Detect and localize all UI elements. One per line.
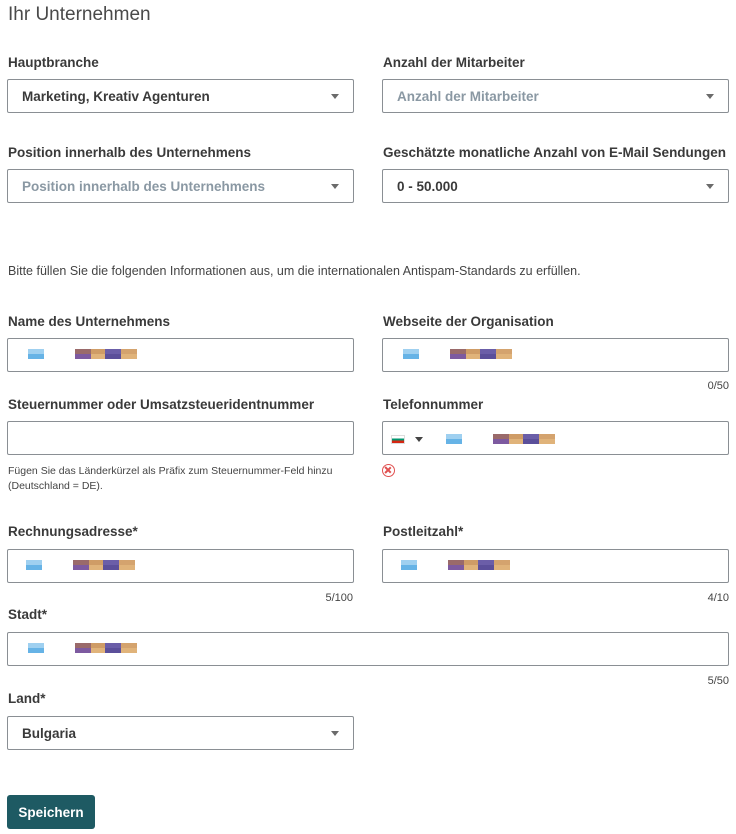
redacted-text [446,434,462,444]
website-input[interactable] [382,338,729,372]
antispam-info-text: Bitte füllen Sie die folgenden Informati… [8,264,581,278]
billing-address-label: Rechnungsadresse* [8,524,138,539]
country-label: Land* [8,691,46,706]
city-input[interactable] [7,632,729,666]
mitarbeiter-label: Anzahl der Mitarbeiter [383,55,525,70]
mitarbeiter-placeholder: Anzahl der Mitarbeiter [397,89,539,104]
city-label: Stadt* [8,607,48,622]
company-name-label: Name des Unternehmens [8,314,171,329]
page-title: Ihr Unternehmen [8,4,151,25]
error-icon [382,464,395,477]
bulgaria-flag-icon[interactable] [391,435,405,444]
position-select[interactable]: Position innerhalb des Unternehmens [7,169,354,203]
position-placeholder: Position innerhalb des Unternehmens [22,179,266,194]
tax-number-input[interactable] [7,421,354,455]
email-volume-label: Geschätzte monatliche Anzahl von E-Mail … [383,145,727,160]
tax-number-hint: Fügen Sie das Länderkürzel als Präfix zu… [8,465,333,492]
redacted-text [73,560,135,570]
postal-code-input[interactable] [382,549,729,583]
country-select[interactable]: Bulgaria [7,716,354,750]
redacted-text [75,643,137,653]
redacted-text [401,560,417,570]
position-label: Position innerhalb des Unternehmens [8,145,252,160]
redacted-text [26,560,42,570]
mitarbeiter-select[interactable]: Anzahl der Mitarbeiter [382,79,729,113]
country-value: Bulgaria [22,726,77,741]
email-volume-value: 0 - 50.000 [397,179,458,194]
hauptbranche-select[interactable]: Marketing, Kreativ Agenturen [7,79,354,113]
hauptbranche-value: Marketing, Kreativ Agenturen [22,89,210,104]
redacted-text [448,560,510,570]
redacted-text [28,349,44,359]
country-dropdown-icon[interactable] [415,437,423,442]
website-label: Webseite der Organisation [383,314,554,329]
website-char-counter: 0/50 [707,380,729,392]
redacted-text [75,349,137,359]
hauptbranche-label: Hauptbranche [8,55,99,70]
save-button[interactable]: Speichern [7,795,95,829]
email-volume-select[interactable]: 0 - 50.000 [382,169,729,203]
billing-address-input[interactable] [7,549,354,583]
postal-code-label: Postleitzahl* [383,524,464,539]
chevron-down-icon [706,94,714,99]
chevron-down-icon [331,94,339,99]
chevron-down-icon [331,184,339,189]
phone-input[interactable] [382,421,729,455]
redacted-text [403,349,419,359]
redacted-text [493,434,555,444]
billing-address-char-counter: 5/100 [325,592,353,604]
tax-number-label: Steuernummer oder Umsatzsteueridentnumme… [8,397,315,412]
redacted-text [28,643,44,653]
chevron-down-icon [331,731,339,736]
chevron-down-icon [706,184,714,189]
phone-label: Telefonnummer [383,397,484,412]
redacted-text [450,349,512,359]
city-char-counter: 5/50 [707,675,729,687]
postal-code-char-counter: 4/10 [707,592,729,604]
company-name-input[interactable] [7,338,354,372]
